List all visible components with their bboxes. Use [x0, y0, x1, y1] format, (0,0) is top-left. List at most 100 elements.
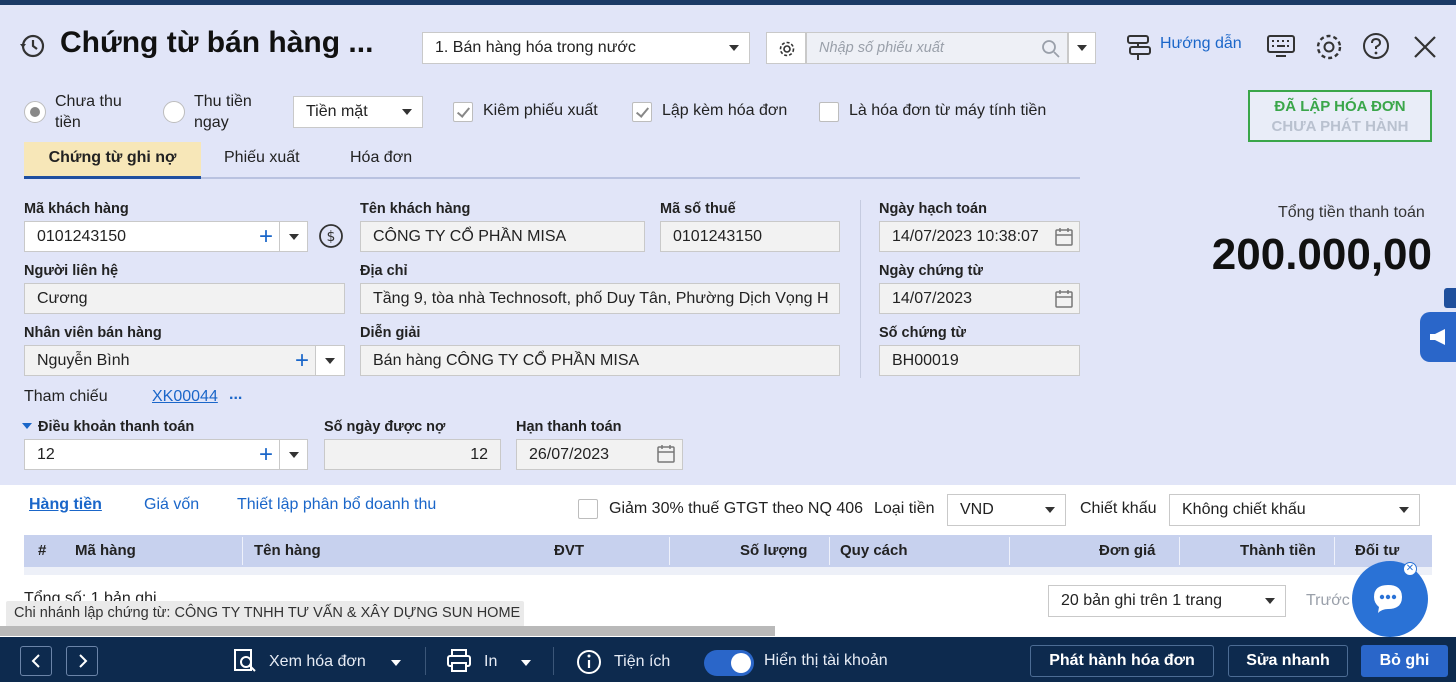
- calendar-icon[interactable]: [1054, 289, 1074, 309]
- contact-field[interactable]: Cương: [24, 283, 345, 314]
- previous-record-button[interactable]: [20, 646, 52, 676]
- credit-days-field[interactable]: 12: [324, 439, 501, 470]
- settings-gear-icon[interactable]: [1314, 32, 1344, 62]
- customer-name-field[interactable]: CÔNG TY CỔ PHẦN MISA: [360, 221, 645, 252]
- issue-invoice-button[interactable]: Phát hành hóa đơn: [1030, 645, 1214, 677]
- column-header-unit-price[interactable]: Đơn giá: [1099, 542, 1156, 559]
- view-invoice-button[interactable]: Xem hóa đơn: [269, 653, 366, 671]
- reference-link[interactable]: XK00044: [152, 388, 218, 406]
- page-size-value: 20 bản ghi trên 1 trang: [1061, 592, 1223, 609]
- column-header-partner[interactable]: Đối tư: [1355, 542, 1415, 559]
- column-header-spec[interactable]: Quy cách: [840, 542, 908, 559]
- voucher-date-field[interactable]: 14/07/2023: [879, 283, 1080, 314]
- salesperson-field[interactable]: Nguyễn Bình +: [24, 345, 316, 376]
- print-button[interactable]: In: [484, 653, 497, 671]
- voucher-no-field[interactable]: BH00019: [879, 345, 1080, 376]
- tab-revenue-allocation[interactable]: Thiết lập phân bổ doanh thu: [237, 496, 436, 514]
- add-salesperson-icon[interactable]: +: [295, 349, 309, 373]
- voucher-search-input[interactable]: Nhập số phiếu xuất: [806, 32, 1068, 64]
- column-header-item-code[interactable]: Mã hàng: [75, 542, 136, 559]
- printer-icon[interactable]: [446, 649, 472, 673]
- salesperson-dropdown-button[interactable]: [315, 345, 345, 376]
- announcement-widget[interactable]: [1420, 312, 1456, 362]
- tax-code-field[interactable]: 0101243150: [660, 221, 840, 252]
- payment-terms-field[interactable]: 12 +: [24, 439, 280, 470]
- search-icon[interactable]: [1041, 39, 1061, 59]
- payment-method-select[interactable]: Tiền mặt: [293, 96, 423, 128]
- cash-register-label: Là hóa đơn từ máy tính tiền: [849, 102, 1047, 119]
- chat-support-button[interactable]: [1352, 561, 1428, 637]
- discount-value: Không chiết khấu: [1182, 501, 1306, 518]
- with-dispatch-checkbox[interactable]: [453, 102, 473, 122]
- unpost-button[interactable]: Bỏ ghi: [1361, 645, 1448, 677]
- paid-now-radio[interactable]: [163, 101, 185, 123]
- column-header-quantity[interactable]: Số lượng: [740, 542, 807, 559]
- next-record-button[interactable]: [66, 646, 98, 676]
- tab-invoice[interactable]: Hóa đơn: [350, 149, 412, 167]
- chevron-down-icon[interactable]: [521, 660, 531, 666]
- table-row[interactable]: [24, 567, 1432, 575]
- currency-select[interactable]: VND: [947, 494, 1066, 526]
- close-icon[interactable]: [1412, 34, 1438, 60]
- help-question-icon[interactable]: [1362, 32, 1390, 60]
- tab-goods-amount[interactable]: Hàng tiền: [29, 496, 102, 514]
- utilities-button[interactable]: Tiện ích: [614, 653, 670, 671]
- chevron-down-icon: [1045, 507, 1055, 513]
- payment-terms-dropdown-button[interactable]: [279, 439, 308, 470]
- collapse-triangle-icon[interactable]: [22, 423, 32, 429]
- keyboard-icon[interactable]: [1266, 34, 1296, 58]
- vat-reduction-checkbox[interactable]: [578, 499, 598, 519]
- calendar-icon[interactable]: [1054, 227, 1074, 247]
- with-invoice-checkbox[interactable]: [632, 102, 652, 122]
- column-divider: [1009, 537, 1010, 565]
- address-field[interactable]: Tầng 9, tòa nhà Technosoft, phố Duy Tân,…: [360, 283, 840, 314]
- tab-cost-price[interactable]: Giá vốn: [144, 496, 199, 514]
- search-settings-button[interactable]: [766, 32, 806, 64]
- cash-register-checkbox[interactable]: [819, 102, 839, 122]
- customer-dropdown-button[interactable]: [279, 221, 308, 252]
- guide-icon[interactable]: [1124, 32, 1154, 62]
- help-link[interactable]: Hướng dẫn: [1160, 35, 1242, 53]
- unpaid-radio[interactable]: [24, 101, 46, 123]
- with-invoice-label: Lập kèm hóa đơn: [662, 102, 788, 119]
- discount-select[interactable]: Không chiết khấu: [1169, 494, 1420, 526]
- customer-code-field[interactable]: 0101243150 +: [24, 221, 280, 252]
- history-icon[interactable]: [18, 32, 46, 60]
- column-header-amount[interactable]: Thành tiền: [1240, 542, 1316, 559]
- horizontal-scrollbar[interactable]: [0, 626, 775, 636]
- customer-code-label: Mã khách hàng: [24, 201, 129, 217]
- column-header-index: #: [38, 542, 47, 559]
- invoice-status-stamp: ĐÃ LẬP HÓA ĐƠN CHƯA PHÁT HÀNH: [1248, 90, 1432, 142]
- calendar-icon[interactable]: [656, 444, 676, 464]
- customer-debt-icon[interactable]: $: [318, 223, 344, 249]
- credit-days-label: Số ngày được nợ: [324, 419, 446, 435]
- voucher-date-value: 14/07/2023: [892, 290, 973, 307]
- search-placeholder: Nhập số phiếu xuất: [819, 40, 944, 56]
- quick-edit-button[interactable]: Sửa nhanh: [1228, 645, 1348, 677]
- side-panel-toggle[interactable]: [1444, 288, 1456, 308]
- contact-label: Người liên hệ: [24, 263, 119, 279]
- search-dropdown-button[interactable]: [1068, 32, 1096, 64]
- column-header-unit[interactable]: ĐVT: [554, 542, 584, 559]
- page-size-select[interactable]: 20 bản ghi trên 1 trang: [1048, 585, 1286, 617]
- chevron-down-icon[interactable]: [391, 660, 401, 666]
- chat-close-icon[interactable]: ✕: [1403, 562, 1417, 576]
- show-account-toggle[interactable]: [704, 650, 754, 676]
- description-field[interactable]: Bán hàng CÔNG TY CỔ PHẦN MISA: [360, 345, 840, 376]
- previous-page-button[interactable]: Trước: [1306, 592, 1350, 610]
- add-payment-term-icon[interactable]: +: [259, 443, 273, 467]
- tab-dispatch[interactable]: Phiếu xuất: [224, 149, 300, 167]
- sale-type-select[interactable]: 1. Bán hàng hóa trong nước: [422, 32, 750, 64]
- description-label: Diễn giải: [360, 325, 421, 341]
- customer-name-label: Tên khách hàng: [360, 201, 471, 217]
- salesperson-value: Nguyễn Bình: [37, 352, 130, 369]
- posting-date-field[interactable]: 14/07/2023 10:38:07: [879, 221, 1080, 252]
- tab-debit-voucher[interactable]: Chứng từ ghi nợ: [24, 142, 201, 179]
- payment-terms-value: 12: [37, 446, 55, 463]
- column-header-item-name[interactable]: Tên hàng: [254, 542, 321, 559]
- megaphone-icon: [1430, 329, 1445, 345]
- add-customer-icon[interactable]: +: [259, 225, 273, 249]
- info-icon[interactable]: [576, 649, 602, 675]
- view-invoice-icon[interactable]: [232, 648, 258, 674]
- reference-more-button[interactable]: ...: [229, 386, 242, 404]
